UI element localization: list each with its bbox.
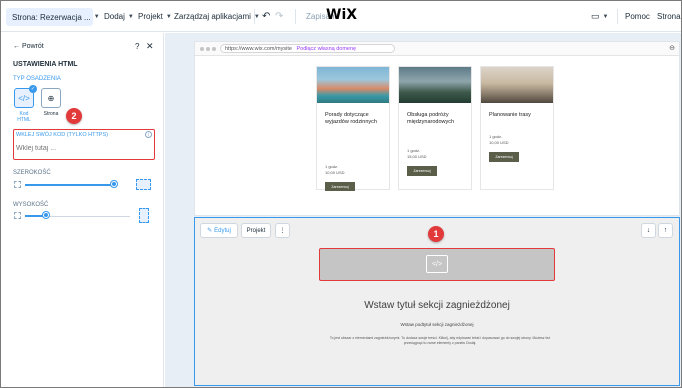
height-max-icon <box>139 208 149 223</box>
embed-page-option[interactable]: ⊕ <box>41 88 61 108</box>
code-icon: </> <box>18 93 30 103</box>
width-slider-track[interactable] <box>25 184 115 186</box>
menu-project[interactable]: Projekt ▼ <box>138 1 172 32</box>
width-slider-knob[interactable] <box>111 181 118 187</box>
info-icon[interactable]: i <box>145 131 152 138</box>
undo-icon[interactable]: ↶ <box>262 1 270 32</box>
book-button[interactable]: Zarezerwuj <box>489 152 519 162</box>
section-subtitle[interactable]: Wstaw podtytuł sekcji zagnieżdżonej <box>195 322 679 327</box>
help-icon[interactable]: ? <box>135 42 139 51</box>
callout-badge-2: 2 <box>66 108 82 124</box>
card-title: Planowanie trasy <box>489 112 531 118</box>
more-options-icon[interactable]: ⋮ <box>275 223 290 238</box>
embed-code-label: Kod HTML <box>17 111 31 123</box>
card-title: Obsługa podróży międzynarodowych <box>407 112 455 125</box>
url-text: https://www.wix.com/mysite <box>225 46 292 52</box>
window-dot <box>206 47 210 51</box>
html-settings-panel: ← Powrót ? ✕ USTAWIENIA HTML TYP OSADZEN… <box>1 33 164 387</box>
window-dot <box>212 47 216 51</box>
service-card: Obsługa podróży międzynarodowych 1 godz.… <box>398 66 472 190</box>
service-card: Porady dotyczące wyjazdów rodzinnych 1 g… <box>316 66 390 191</box>
pencil-icon: ✎ <box>207 228 213 234</box>
code-field-highlight: WKLEJ SWÓJ KOD (TYLKO HTTPS) i <box>13 129 155 160</box>
desktop-view-icon[interactable]: ▭ ▼ <box>591 1 608 32</box>
edit-button-label: Edytuj <box>214 227 231 234</box>
code-input[interactable] <box>16 141 150 155</box>
divider <box>295 9 296 24</box>
top-bar: Strona: Rezerwacja ... ▼ Dodaj ▼ Projekt ▼… <box>1 1 681 32</box>
close-icon[interactable]: ✕ <box>146 41 154 52</box>
browser-bar: https://www.wix.com/mysite Podłącz własn… <box>195 42 679 56</box>
card-duration: 1 godz. <box>407 148 421 153</box>
menu-add-label: Dodaj <box>104 12 125 21</box>
height-slider-knob[interactable] <box>43 212 49 218</box>
card-price: 10,00 USD <box>489 140 509 145</box>
page-select-dropdown[interactable]: Strona: Rezerwacja ... ▼ <box>6 8 100 26</box>
chevron-down-icon: ▼ <box>93 14 100 20</box>
card-price: 10,00 USD <box>325 170 345 175</box>
service-card: Planowanie trasy 1 godz. 10,00 USD Zarez… <box>480 66 554 190</box>
editor-canvas[interactable]: https://www.wix.com/mysite Podłącz własn… <box>165 33 681 387</box>
browser-preview: https://www.wix.com/mysite Podłącz własn… <box>194 41 680 216</box>
globe-icon: ⊕ <box>47 93 55 103</box>
chevron-down-icon: ▼ <box>602 13 609 20</box>
menu-apps-label: Zarządzaj aplikacjami <box>174 12 251 21</box>
move-up-icon[interactable]: ↑ <box>658 223 673 238</box>
width-min-icon <box>14 181 21 188</box>
panel-title: USTAWIENIA HTML <box>13 61 78 68</box>
zoom-icon[interactable]: ⊖ <box>669 44 675 52</box>
connect-domain-link[interactable]: Podłącz własną domenę <box>296 46 356 52</box>
book-button[interactable]: Zarezerwuj <box>407 166 437 176</box>
card-image <box>399 67 471 103</box>
card-image <box>317 67 389 103</box>
divider <box>254 9 255 24</box>
height-label: WYSOKOŚĆ <box>13 202 49 208</box>
section-title[interactable]: Wstaw tytuł sekcji zagnieżdżonej <box>195 300 679 311</box>
section-body[interactable]: To jest obszar z elementami zagnieżdżony… <box>325 336 555 346</box>
redo-icon[interactable]: ↷ <box>275 1 283 32</box>
edit-button[interactable]: ✎ Edytuj <box>200 223 238 238</box>
check-icon: ✓ <box>29 85 37 93</box>
help-menu[interactable]: Pomoc <box>625 1 650 32</box>
book-button[interactable]: Zarezerwuj <box>325 182 355 191</box>
page-menu-cut[interactable]: Strona <box>657 1 681 32</box>
chevron-down-icon: ▼ <box>127 13 134 20</box>
back-button[interactable]: ← Powrót <box>13 43 44 50</box>
card-duration: 1 godz. <box>325 164 339 169</box>
code-icon: </> <box>426 255 448 273</box>
wix-logo: WiX <box>326 7 358 23</box>
card-price: 15,00 USD <box>407 154 427 159</box>
card-image <box>481 67 553 103</box>
move-down-icon[interactable]: ↓ <box>641 223 656 238</box>
nested-section[interactable]: ✎ Edytuj Projekt ⋮ ↓ ↑ </> Wstaw tytuł se… <box>194 217 680 386</box>
embed-page-label: Strona <box>43 111 59 117</box>
menu-apps[interactable]: Zarządzaj aplikacjami ▼ <box>174 1 260 32</box>
embed-type-label: TYP OSADZENIA <box>13 76 61 82</box>
address-bar[interactable]: https://www.wix.com/mysite Podłącz własn… <box>220 44 395 53</box>
code-section-label: WKLEJ SWÓJ KOD (TYLKO HTTPS) <box>16 132 108 138</box>
menu-add[interactable]: Dodaj ▼ <box>104 1 134 32</box>
width-label: SZEROKOŚĆ <box>13 170 51 176</box>
card-title: Porady dotyczące wyjazdów rodzinnych <box>325 112 377 125</box>
callout-badge-1: 1 <box>428 226 444 242</box>
menu-project-label: Projekt <box>138 12 163 21</box>
project-button[interactable]: Projekt <box>241 223 271 238</box>
width-max-icon <box>136 179 151 190</box>
html-embed-element[interactable]: </> <box>319 248 555 281</box>
card-duration: 1 godz. <box>489 134 503 139</box>
divider <box>617 9 618 24</box>
chevron-down-icon: ▼ <box>165 13 172 20</box>
height-min-icon <box>14 212 21 219</box>
page-select-label: Strona: Rezerwacja ... <box>12 12 91 22</box>
window-dot <box>200 47 204 51</box>
